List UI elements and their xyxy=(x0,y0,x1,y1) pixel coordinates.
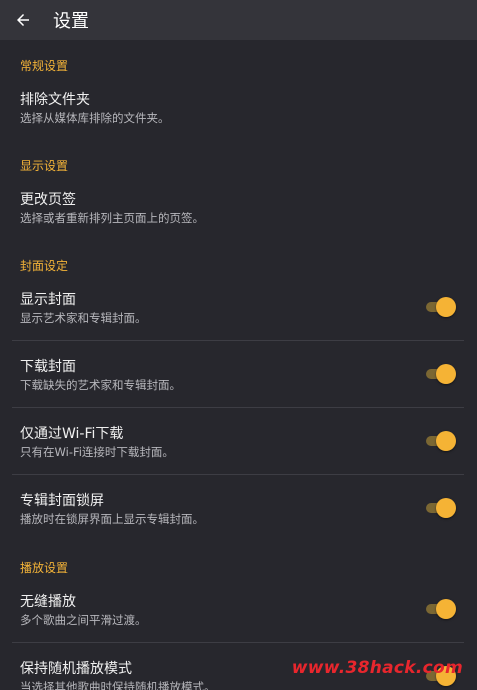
divider xyxy=(12,340,464,341)
show-cover-toggle[interactable] xyxy=(426,297,456,317)
wifi-only-toggle[interactable] xyxy=(426,431,456,451)
setting-title: 更改页签 xyxy=(20,192,76,208)
toggle-thumb xyxy=(436,498,456,518)
setting-subtitle: 多个歌曲之间平滑过渡。 xyxy=(20,613,147,627)
gapless-toggle[interactable] xyxy=(426,599,456,619)
toggle-thumb xyxy=(436,297,456,317)
divider xyxy=(12,642,464,643)
section-header-display: 显示设置 xyxy=(20,159,69,173)
back-button[interactable] xyxy=(13,10,33,30)
setting-exclude-folders[interactable]: 排除文件夹 选择从媒体库排除的文件夹。 xyxy=(12,84,464,134)
setting-title: 排除文件夹 xyxy=(20,92,90,108)
section-header-playback: 播放设置 xyxy=(20,561,69,575)
section-header-cover: 封面设定 xyxy=(20,259,69,273)
setting-wifi-only[interactable]: 仅通过Wi-Fi下载 只有在Wi-Fi连接时下载封面。 xyxy=(12,418,464,474)
setting-title: 无缝播放 xyxy=(20,594,76,610)
setting-title: 仅通过Wi-Fi下载 xyxy=(20,426,124,442)
app-bar: 设置 xyxy=(0,0,477,40)
watermark: www.38hack.com xyxy=(291,658,463,678)
setting-subtitle: 播放时在锁屏界面上显示专辑封面。 xyxy=(20,512,204,526)
setting-title: 下载封面 xyxy=(20,359,76,375)
setting-subtitle: 当选择其他歌曲时保持随机播放模式。 xyxy=(20,680,216,690)
setting-download-cover[interactable]: 下载封面 下载缺失的艺术家和专辑封面。 xyxy=(12,351,464,407)
setting-subtitle: 下载缺失的艺术家和专辑封面。 xyxy=(20,378,181,392)
page-title: 设置 xyxy=(53,11,89,32)
divider xyxy=(12,474,464,475)
toggle-thumb xyxy=(436,364,456,384)
setting-subtitle: 显示艺术家和专辑封面。 xyxy=(20,311,147,325)
lockscreen-cover-toggle[interactable] xyxy=(426,498,456,518)
toggle-thumb xyxy=(436,431,456,451)
setting-subtitle: 选择从媒体库排除的文件夹。 xyxy=(20,111,170,125)
setting-subtitle: 只有在Wi-Fi连接时下载封面。 xyxy=(20,445,174,459)
section-header-general: 常规设置 xyxy=(20,59,69,73)
setting-subtitle: 选择或者重新排列主页面上的页签。 xyxy=(20,211,204,225)
setting-title: 显示封面 xyxy=(20,292,76,308)
arrow-left-icon xyxy=(17,14,29,26)
toggle-thumb xyxy=(436,599,456,619)
setting-title: 专辑封面锁屏 xyxy=(20,493,104,509)
setting-change-tabs[interactable]: 更改页签 选择或者重新排列主页面上的页签。 xyxy=(12,184,464,234)
download-cover-toggle[interactable] xyxy=(426,364,456,384)
setting-show-cover[interactable]: 显示封面 显示艺术家和专辑封面。 xyxy=(12,284,464,340)
setting-lockscreen-cover[interactable]: 专辑封面锁屏 播放时在锁屏界面上显示专辑封面。 xyxy=(12,485,464,541)
setting-title: 保持随机播放模式 xyxy=(20,661,132,677)
setting-gapless[interactable]: 无缝播放 多个歌曲之间平滑过渡。 xyxy=(12,586,464,642)
divider xyxy=(12,407,464,408)
